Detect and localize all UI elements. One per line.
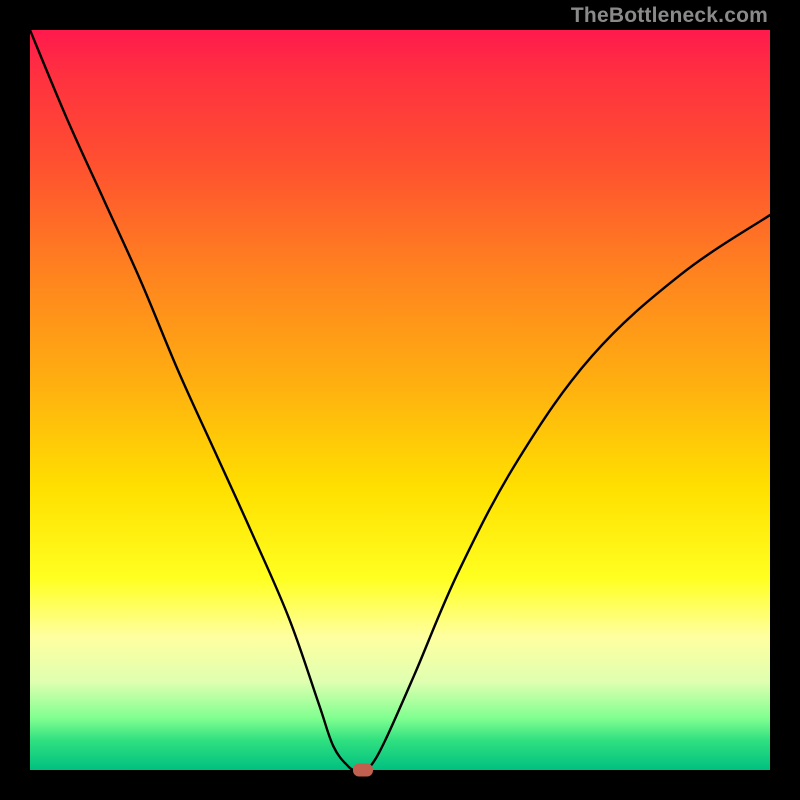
optimum-marker (353, 764, 373, 777)
chart-frame: TheBottleneck.com (0, 0, 800, 800)
bottleneck-curve (30, 30, 770, 770)
plot-area (30, 30, 770, 770)
watermark-text: TheBottleneck.com (571, 4, 768, 28)
